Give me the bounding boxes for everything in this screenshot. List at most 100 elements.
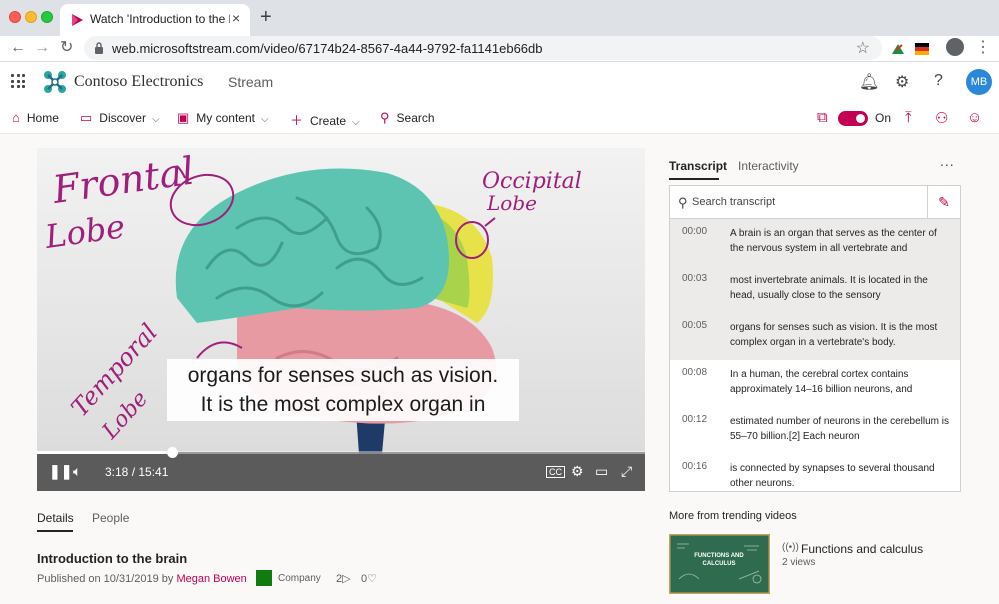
fullscreen-icon[interactable]: ⤢ [621,463,632,479]
edit-transcript-icon[interactable]: ✎ [927,186,960,219]
video-player[interactable]: Frontal Lobe Occipital Lobe Temporal Lob… [37,148,645,491]
profile-icon[interactable] [946,38,964,56]
tab-details[interactable]: Details [37,511,74,525]
search-label: Search [396,111,435,125]
brand-name[interactable]: Contoso Electronics [74,73,203,91]
closed-caption: organs for senses such as vision. It is … [167,359,519,421]
browser-tab[interactable]: Watch 'Introduction to the brain × [60,4,250,36]
tab-close-icon[interactable]: × [232,10,240,26]
tab-title: Watch 'Introduction to the brain [90,12,230,26]
browser-toolbar: ← → ↻ web.microsoftstream.com/video/6717… [0,36,999,62]
transcript-line[interactable]: 00:08 In a human, the cerebral cortex con… [670,360,960,407]
transcript-search: ⚲ ✎ [670,186,960,219]
back-arrow-icon[interactable]: ← [10,38,26,58]
transcript-line[interactable]: 00:12 estimated number of neurons in the … [670,407,960,454]
player-controls: ❚❚ 🔈︎ 3:18 / 15:41 CC ⚙ ▭ ⤢ [37,447,645,491]
tab-transcript[interactable]: Transcript [669,159,727,173]
discover-icon: ▭ [80,110,93,125]
add-person-icon[interactable]: ⚇ [935,109,948,127]
time-display: 3:18 / 15:41 [105,465,169,479]
create-label: Create [310,114,347,128]
minimize-window-button[interactable] [25,11,37,23]
tab-people[interactable]: People [92,511,129,525]
tab-interactivity[interactable]: Interactivity [738,159,799,173]
app-launcher-icon[interactable] [11,74,25,88]
video-title: Introduction to the brain [37,551,188,566]
progress-bar[interactable] [37,447,645,458]
search-nav[interactable]: ⚲ Search [380,110,435,128]
search-icon: ⚲ [380,110,390,125]
avatar[interactable]: MB [966,69,992,95]
settings-gear-icon[interactable]: ⚙ [571,463,584,479]
transcript-timestamp[interactable]: 00:05 [682,320,707,331]
transcript-timestamp[interactable]: 00:08 [682,367,707,378]
forward-arrow-icon[interactable]: → [34,38,50,58]
bookmark-star-icon[interactable]: ☆ [856,38,870,58]
app-name[interactable]: Stream [228,74,273,90]
chevron-down-icon: ⌵ [151,114,160,125]
transcript-text: In a human, the cerebral cortex contains… [730,369,913,395]
extension-icon[interactable] [890,41,906,57]
likes-count[interactable]: 0♡ [361,572,377,585]
annotation-occipital-lobe: Lobe [486,191,537,215]
transcript-search-input[interactable] [692,193,922,211]
app-header: Contoso Electronics Stream 🔔︎ ⚙ ? MB [0,62,999,102]
home-label: Home [26,111,59,125]
transcript-text: most invertebrate animals. It is located… [730,275,928,301]
views-count: 2▷ [336,572,351,585]
transcript-panel: ⚲ ✎ 00:00 A brain is an organ that serves… [669,185,961,492]
transcript-timestamp[interactable]: 00:16 [682,461,707,472]
closed-captions-icon[interactable]: CC [546,466,565,478]
transcript-timestamp[interactable]: 00:12 [682,414,707,425]
transcript-line[interactable]: 00:03 most invertebrate animals. It is lo… [670,266,960,313]
home-nav[interactable]: ⌂ Home [12,110,59,128]
transcript-timestamp[interactable]: 00:03 [682,273,707,284]
transcript-text: organs for senses such as vision. It is … [730,322,938,348]
help-icon[interactable]: ? [934,72,943,90]
theater-icon[interactable]: ▭ [595,463,608,479]
discover-nav[interactable]: ▭ Discover ⌵ [80,110,160,128]
close-window-button[interactable] [9,11,21,23]
chevron-down-icon: ⌵ [352,117,360,128]
maximize-window-button[interactable] [41,11,53,23]
notifications-bell-icon[interactable]: 🔔︎ [859,72,879,92]
author-link[interactable]: Megan Bowen [176,573,246,585]
trending-thumbnail[interactable]: FUNCTIONS AND CALCULUS [669,534,770,594]
company-label[interactable]: Company [278,573,321,584]
address-bar[interactable]: web.microsoftstream.com/video/67174b24-8… [84,36,882,60]
reload-icon[interactable]: ↻ [60,38,73,58]
pause-icon[interactable]: ❚❚ [49,463,72,479]
trending-video-title[interactable]: Functions and calculus [801,542,923,556]
contoso-logo-icon [44,71,66,93]
new-tab-button[interactable]: + [260,6,272,28]
stream-favicon-icon [72,14,83,26]
theater-mode-icon[interactable]: ⧉ [817,109,828,126]
create-nav[interactable]: ＋ Create ⌵ [290,110,360,128]
progress-thumb[interactable] [166,447,178,458]
browser-tabstrip: Watch 'Introduction to the brain × + [0,0,999,36]
company-icon [256,570,272,586]
settings-gear-icon[interactable]: ⚙ [895,72,909,92]
transcript-line[interactable]: 00:16 is connected by synapses to several… [670,454,960,491]
published-prefix: Published on 10/31/2019 by [37,573,174,585]
transcript-line[interactable]: 00:00 A brain is an organ that serves as … [670,219,960,266]
progress-fill [37,451,172,454]
extension-flag-icon[interactable] [914,41,930,57]
my-content-label: My content [196,111,255,125]
caption-line-1: organs for senses such as vision. [187,364,499,387]
url-text[interactable]: web.microsoftstream.com/video/67174b24-8… [112,41,543,56]
more-options-icon[interactable]: ... [940,153,955,169]
transcript-scrollbar[interactable] [960,219,961,359]
transcript-timestamp[interactable]: 00:00 [682,226,707,237]
transcript-line[interactable]: 00:05 organs for senses such as vision. I… [670,313,960,360]
discover-label: Discover [99,111,146,125]
my-content-nav[interactable]: ▣ My content ⌵ [177,110,269,128]
heart-icon: ♡ [367,573,377,585]
feedback-smiley-icon[interactable]: ☺ [967,109,982,126]
active-tab-underline [37,530,73,532]
upload-icon[interactable]: ⤒ [905,109,912,126]
transcript-text: is connected by synapses to several thou… [730,463,935,489]
volume-icon[interactable]: 🔈︎ [73,463,81,479]
browser-menu-icon[interactable]: ⋮ [975,38,991,58]
auto-play-toggle[interactable] [838,111,868,126]
